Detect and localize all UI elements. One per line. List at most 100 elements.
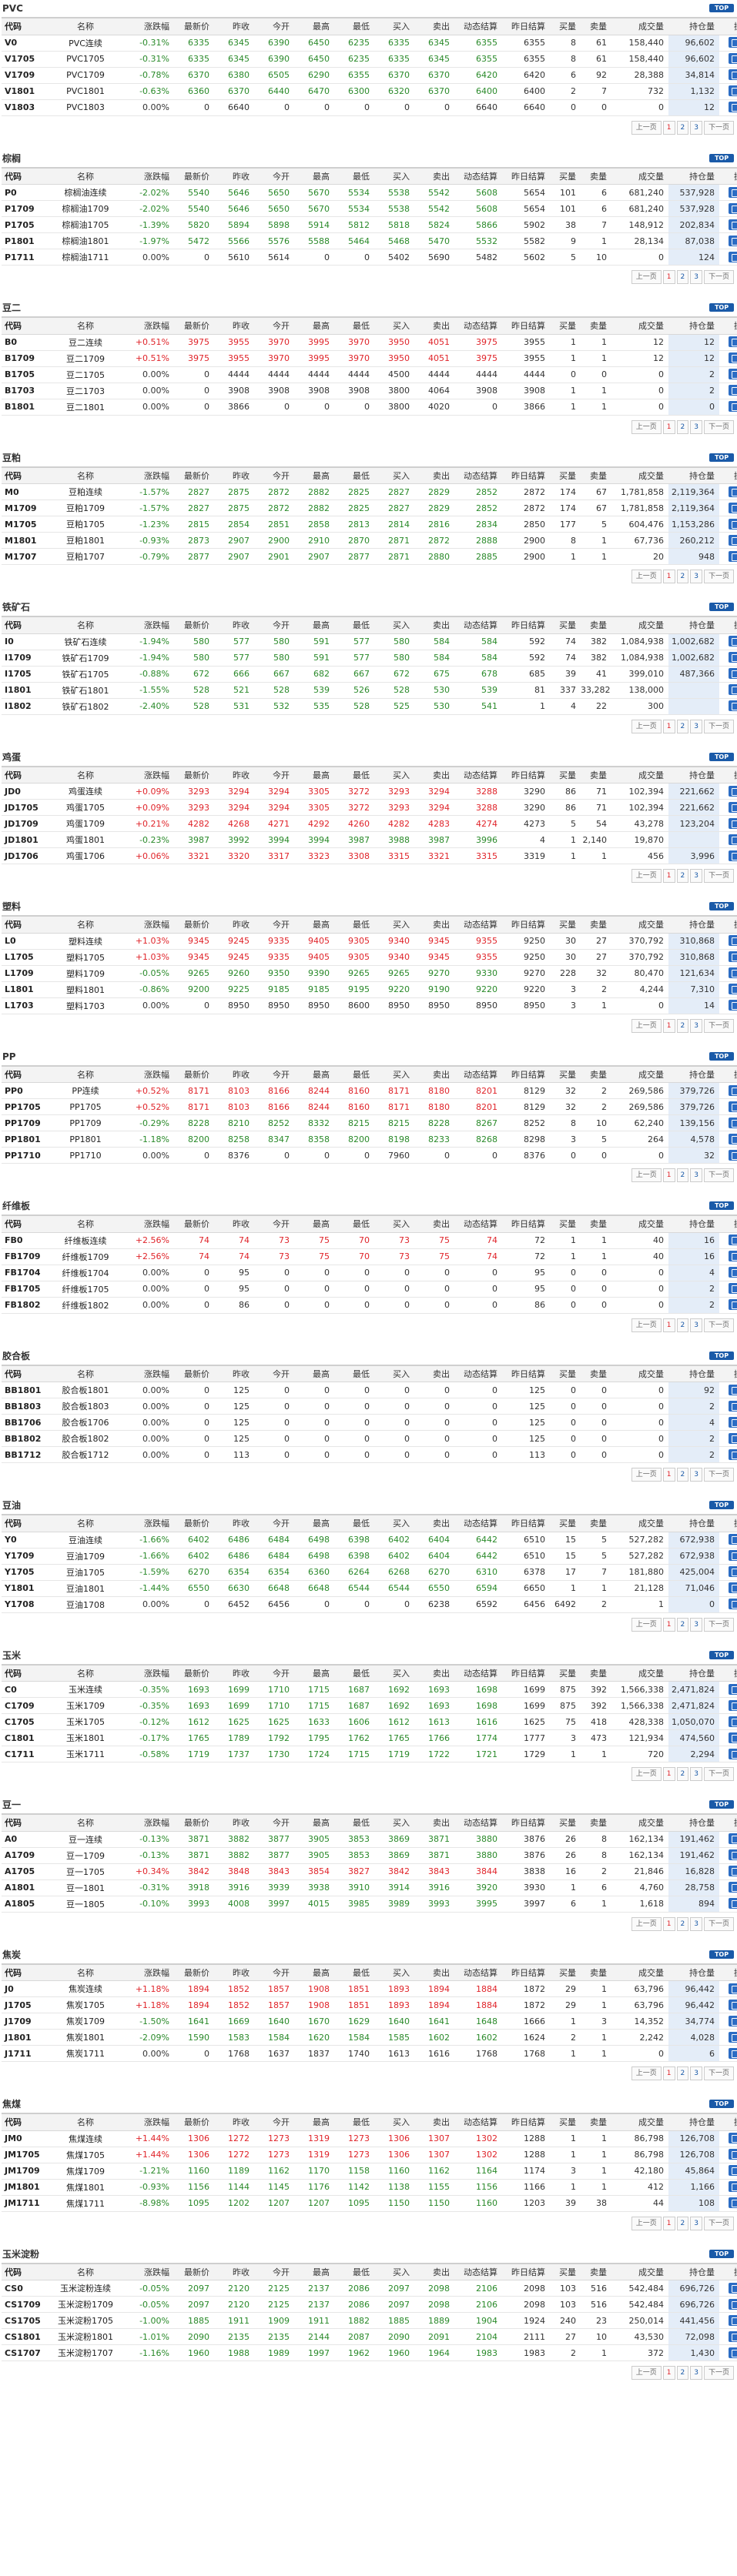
column-header-code[interactable]: 代码 [2,2113,49,2131]
column-header-settle[interactable]: 动态结算 [454,1514,502,1532]
table-row[interactable]: L1801 塑料1801 -0.86% 9200 9225 9185 9185 9195 922… [2,981,737,998]
add-watch-icon[interactable] [728,850,737,861]
column-header-high[interactable]: 最高 [294,1663,334,1682]
add-watch-icon[interactable] [728,834,737,845]
pager-next-button[interactable]: 下一页 [703,1767,734,1781]
pager-page-2[interactable]: 2 [676,2216,689,2230]
column-header-name[interactable]: 名称 [49,17,126,35]
cell-name[interactable]: PP1801 [49,1131,126,1148]
pager-next-button[interactable]: 下一页 [703,1018,734,1033]
cell-code[interactable]: I1801 [2,682,49,699]
table-row[interactable]: A1705 豆一1705 +0.34% 3842 3848 3843 3854 3827 384… [2,1863,737,1880]
cell-name[interactable]: 豆一连续 [49,1831,126,1848]
column-header-prevsettle[interactable]: 昨日结算 [502,1214,550,1233]
pager-next-button[interactable]: 下一页 [703,1617,734,1632]
column-header-vol[interactable]: 成交量 [611,1064,668,1083]
pager-page-3[interactable]: 3 [690,1018,702,1033]
pager-prev-button[interactable]: 上一页 [631,270,662,284]
cell-name[interactable]: PP1709 [49,1114,126,1131]
add-watch-icon[interactable] [728,2015,737,2026]
cell-code[interactable]: PP1801 [2,1131,49,1148]
add-watch-icon[interactable] [728,684,737,695]
cell-code[interactable]: L1709 [2,965,49,982]
cell-name[interactable]: 豆一1705 [49,1863,126,1880]
column-header-last[interactable]: 最新价 [174,616,214,634]
cell-code[interactable]: JM1705 [2,2147,49,2163]
table-row[interactable]: BB1803胶合板18030.00%01250000001250002股吧 [2,1398,737,1415]
column-header-settle[interactable]: 动态结算 [454,1064,502,1083]
pager-page-1[interactable]: 1 [662,1767,675,1781]
pager-page-3[interactable]: 3 [690,1468,702,1482]
cell-code[interactable]: JM0 [2,2130,49,2147]
column-header-hold[interactable]: 持仓量 [668,1514,719,1532]
column-header-open[interactable]: 今开 [254,1514,294,1532]
pager-page-3[interactable]: 3 [690,869,702,883]
column-header-bid[interactable]: 买入 [374,1514,414,1532]
column-header-chg[interactable]: 涨跌幅 [126,765,174,783]
column-header-ask[interactable]: 卖出 [414,915,454,934]
column-header-open[interactable]: 今开 [254,1963,294,1981]
cell-name[interactable]: 玉米淀粉1801 [49,2328,126,2345]
cell-code[interactable]: CS1705 [2,2312,49,2329]
pager-page-3[interactable]: 3 [690,570,702,583]
table-row[interactable]: CS1705 玉米淀粉1705 -1.00% 1885 1911 1909 1911 1882… [2,2312,737,2329]
add-watch-icon[interactable] [728,401,737,412]
add-watch-icon[interactable] [728,668,737,679]
cell-code[interactable]: P1801 [2,232,49,249]
column-header-prev[interactable]: 昨收 [214,17,254,35]
column-header-code[interactable]: 代码 [2,1514,49,1532]
add-watch-icon[interactable] [728,1084,737,1096]
column-header-settle[interactable]: 动态结算 [454,765,502,783]
table-row[interactable]: JM0 焦煤连续 +1.44% 1306 1272 1273 1319 1273 1306 130… [2,2130,737,2147]
cell-code[interactable]: C1709 [2,1697,49,1714]
table-row[interactable]: L1709 塑料1709 -0.05% 9265 9260 9350 9390 9265 926… [2,965,737,982]
cell-name[interactable]: 玉米淀粉连续 [49,2280,126,2297]
add-watch-icon[interactable] [728,1550,737,1561]
column-header-code[interactable]: 代码 [2,765,49,783]
column-header-code[interactable]: 代码 [2,1064,49,1083]
cell-name[interactable]: 焦炭连续 [49,1980,126,1997]
column-header-prev[interactable]: 昨收 [214,1813,254,1832]
add-watch-icon[interactable] [728,2149,737,2160]
pager-prev-button[interactable]: 上一页 [631,2066,662,2080]
add-watch-icon[interactable] [728,2031,737,2043]
cell-code[interactable]: P1711 [2,249,49,266]
table-row[interactable]: M1705 豆粕1705 -1.23% 2815 2854 2851 2858 2813 281… [2,516,737,533]
add-watch-icon[interactable] [728,1898,737,1909]
column-header-askv[interactable]: 卖量 [581,1364,611,1382]
cell-name[interactable]: 焦煤1711 [49,2195,126,2212]
pager-page-1[interactable]: 1 [662,719,675,733]
table-row[interactable]: PP1705 PP1705 +0.52% 8171 8103 8166 8244 8160 81… [2,1098,737,1115]
column-header-open[interactable]: 今开 [254,616,294,634]
cell-code[interactable]: C1711 [2,1746,49,1762]
cell-name[interactable]: PVC连续 [49,35,126,52]
column-header-bidv[interactable]: 买量 [550,316,581,335]
pager-prev-button[interactable]: 上一页 [631,1018,662,1033]
cell-name[interactable]: 胶合板1803 [49,1398,126,1415]
column-header-settle[interactable]: 动态结算 [454,1364,502,1382]
pager-next-button[interactable]: 下一页 [703,1168,734,1182]
add-watch-icon[interactable] [728,219,737,230]
pager-page-1[interactable]: 1 [662,1617,675,1632]
column-header-bid[interactable]: 买入 [374,466,414,484]
pager-page-1[interactable]: 1 [662,1468,675,1482]
column-header-high[interactable]: 最高 [294,1514,334,1532]
top-button[interactable]: TOP [709,603,734,611]
column-header-hold[interactable]: 持仓量 [668,1364,719,1382]
column-header-vol[interactable]: 成交量 [611,765,668,783]
column-header-low[interactable]: 最低 [334,17,374,35]
table-row[interactable]: Y1705 豆油1705 -1.59% 6270 6354 6354 6360 6264 626… [2,1564,737,1581]
column-header-chg[interactable]: 涨跌幅 [126,1064,174,1083]
column-header-settle[interactable]: 动态结算 [454,316,502,335]
add-watch-icon[interactable] [728,550,737,562]
column-header-askv[interactable]: 卖量 [581,1064,611,1083]
column-header-ask[interactable]: 卖出 [414,1364,454,1382]
add-watch-icon[interactable] [728,1448,737,1460]
cell-name[interactable]: 玉米1711 [49,1746,126,1762]
column-header-prev[interactable]: 昨收 [214,915,254,934]
add-watch-icon[interactable] [728,2282,737,2294]
cell-code[interactable]: PP1710 [2,1147,49,1164]
top-button[interactable]: TOP [709,2100,734,2108]
pager-page-2[interactable]: 2 [676,1318,689,1332]
cell-name[interactable]: 玉米淀粉1709 [49,2296,126,2313]
